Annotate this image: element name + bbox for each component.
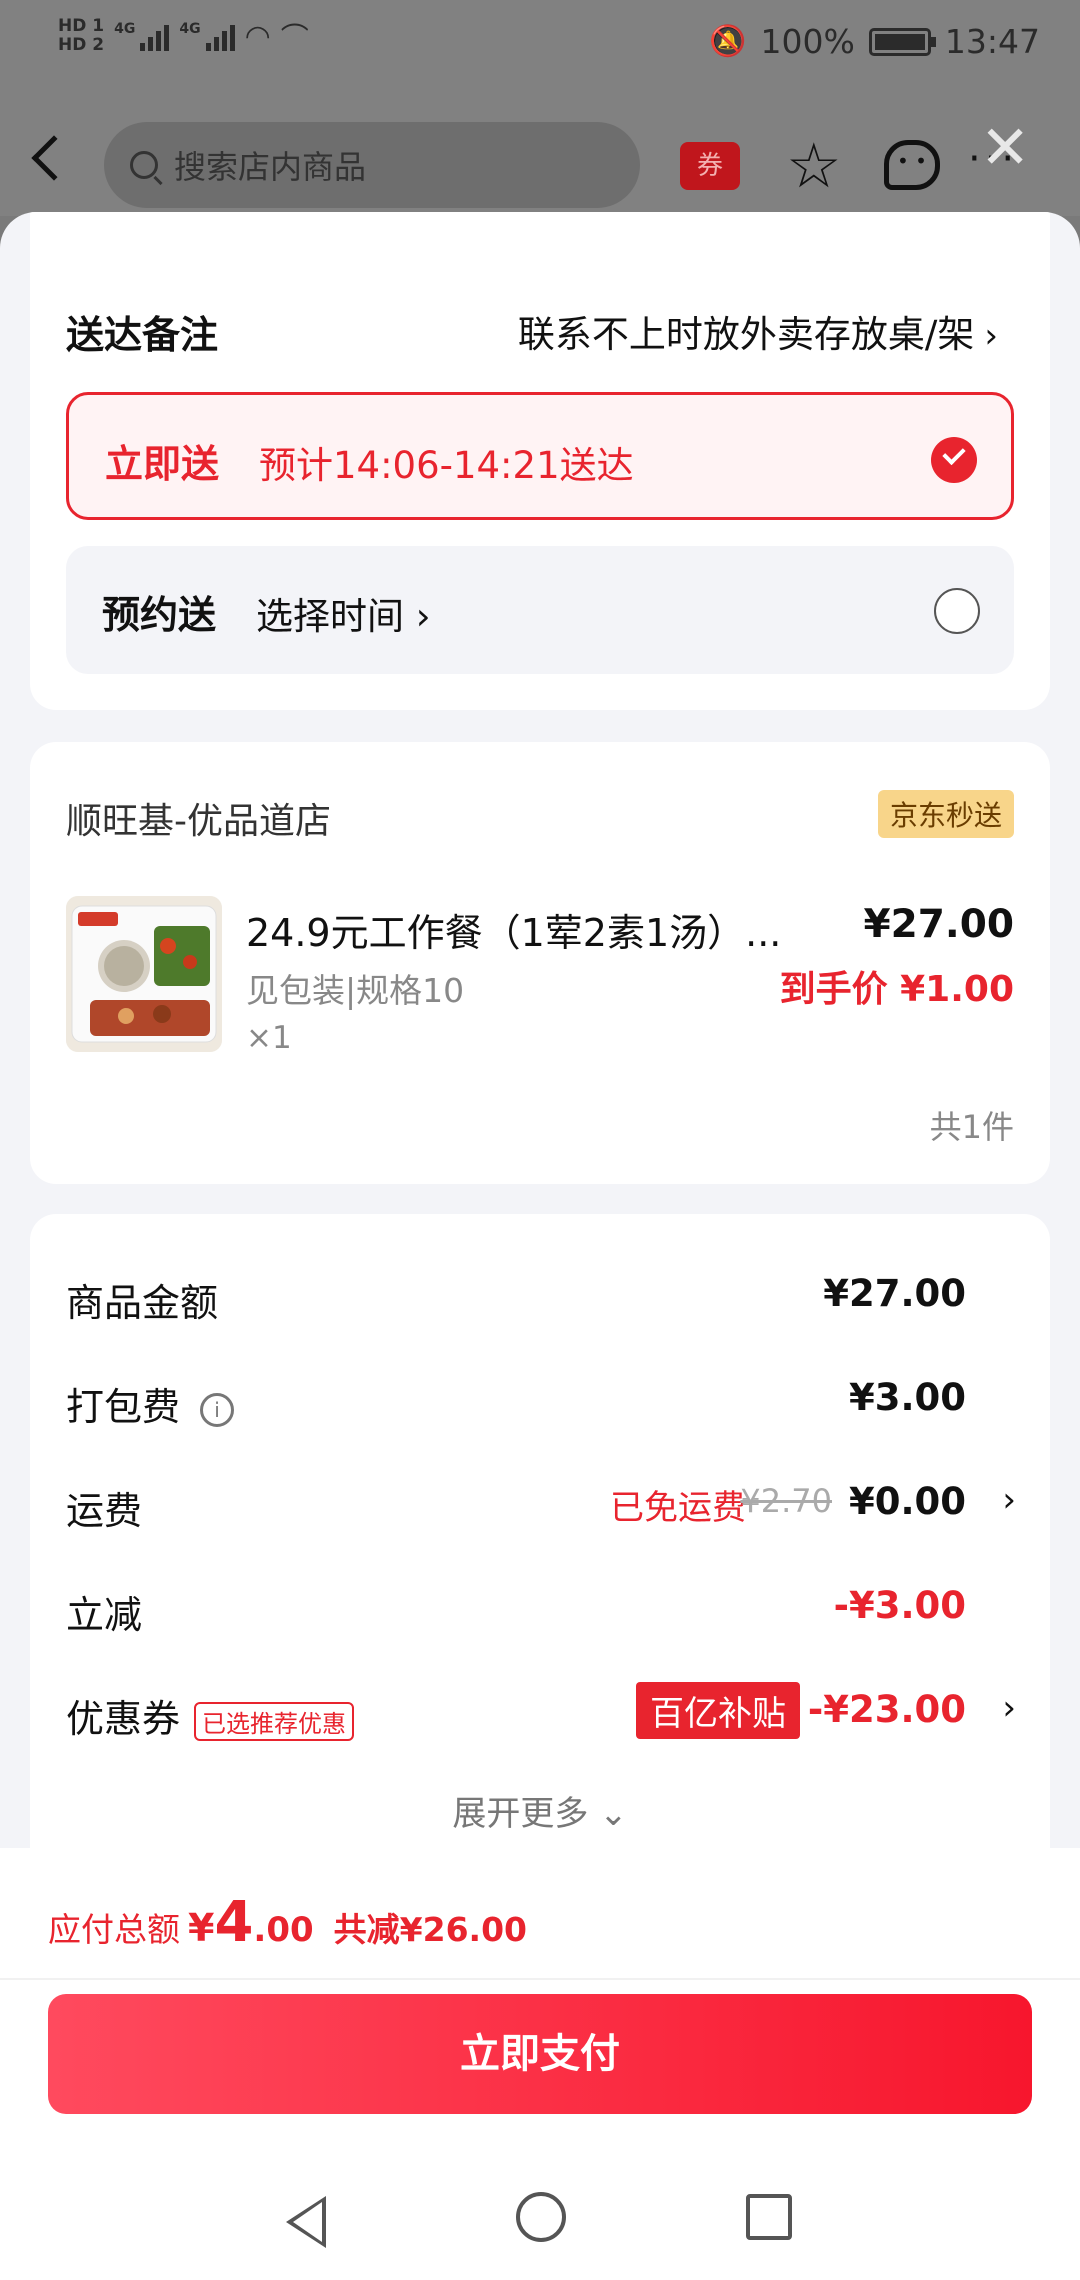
packing-fee-value: ¥3.00: [848, 1376, 966, 1419]
item-quantity: ×1: [246, 1020, 292, 1056]
checkout-sheet: 送达备注 联系不上时放外卖存放桌/架 › 立即送 预计14:06-14:21送达 …: [0, 212, 1080, 1852]
deliver-now-eta: 预计14:06-14:21送达: [259, 444, 634, 487]
network-type-label-2: 4G: [179, 21, 201, 37]
nav-home-icon[interactable]: [516, 2192, 566, 2242]
instant-discount-label: 立减: [66, 1593, 143, 1637]
coupon-label-wrap: 优惠券 已选推荐优惠: [66, 1688, 355, 1743]
item-count: 共1件: [929, 1108, 1014, 1146]
product-image: [66, 896, 222, 1052]
back-arrow-icon[interactable]: [31, 135, 77, 181]
shipping-fee-label: 运费: [66, 1489, 143, 1533]
chevron-right-icon: ›: [1002, 1480, 1016, 1520]
total-integer: 4: [214, 1890, 254, 1955]
hd2-indicator: HD 2: [58, 35, 105, 55]
item-final-price: 到手价 ¥1.00: [779, 969, 1014, 1010]
total-summary: 应付总额 ¥ 4 .00 共减¥26.00: [48, 1890, 527, 1955]
status-left: HD 1 HD 2 4G 4G ◠ ⌒: [58, 16, 309, 56]
radio-empty-icon: [934, 588, 980, 634]
battery-icon: [868, 27, 936, 56]
pay-now-button[interactable]: 立即支付: [48, 1994, 1032, 2114]
info-icon[interactable]: i: [200, 1392, 235, 1427]
total-decimal: .00: [253, 1910, 314, 1950]
coupon-icon[interactable]: 券: [680, 142, 740, 190]
network-type-label: 4G: [114, 21, 136, 37]
hd-indicators: HD 1 HD 2: [58, 17, 104, 55]
shop-name: 顺旺基-优品道店: [66, 801, 331, 842]
scheduled-title: 预约送: [102, 593, 217, 637]
scheduled-delivery-option[interactable]: 预约送 选择时间 ›: [66, 546, 1014, 674]
nav-recents-icon[interactable]: [746, 2194, 792, 2240]
headset-icon: ⌒: [280, 21, 309, 54]
item-spec: 见包装|规格10: [246, 971, 465, 1010]
subsidy-badge: 百亿补贴: [636, 1682, 800, 1739]
store-header: 搜索店内商品 券 ☆ ···: [0, 96, 1080, 216]
remark-value-text: 联系不上时放外卖存放桌/架: [517, 313, 975, 356]
instant-discount-row: 立减 -¥3.00: [66, 1578, 1046, 1638]
goods-amount-row: 商品金额 ¥27.00: [66, 1266, 1046, 1326]
total-currency: ¥: [188, 1906, 215, 1950]
coupon-row[interactable]: 优惠券 已选推荐优惠 百亿补贴 -¥23.00 ›: [66, 1682, 1046, 1742]
order-items-card: 顺旺基-优品道店 京东秒送 24.9元工作餐（1荤2素1汤）... 见包装|规格…: [30, 742, 1050, 1184]
packing-fee-label: 打包费: [66, 1385, 181, 1429]
star-icon[interactable]: ☆: [786, 135, 842, 197]
search-bar[interactable]: 搜索店内商品: [104, 122, 640, 208]
battery-percent: 100%: [760, 22, 855, 61]
goods-amount-value: ¥27.00: [823, 1272, 966, 1315]
status-right: 🔕 100% 13:47: [709, 22, 1040, 61]
expand-more-button[interactable]: 展开更多 ⌄: [30, 1786, 1050, 1835]
chevron-right-icon: ›: [1002, 1688, 1016, 1728]
remark-label: 送达备注: [66, 313, 219, 357]
signal-icon: 4G: [114, 21, 170, 51]
total-label: 应付总额: [48, 1910, 180, 1949]
chevron-right-icon: ›: [984, 316, 998, 356]
search-placeholder: 搜索店内商品: [174, 148, 367, 186]
coupon-value: -¥23.00: [807, 1688, 966, 1731]
coupon-label: 优惠券: [66, 1697, 181, 1741]
close-icon[interactable]: ✕: [980, 118, 1030, 178]
chat-icon[interactable]: [884, 140, 940, 190]
check-circle-icon: [931, 437, 977, 483]
item-price: ¥27.00: [863, 902, 1015, 947]
item-name[interactable]: 24.9元工作餐（1荤2素1汤）...: [246, 902, 806, 957]
free-shipping-text: 已免运费: [610, 1488, 746, 1528]
mute-bell-icon: 🔕: [709, 24, 747, 59]
shipping-fee-row[interactable]: 运费 已免运费 ¥2.70 ¥0.00 ›: [66, 1474, 1046, 1534]
delivery-card: 送达备注 联系不上时放外卖存放桌/架 › 立即送 预计14:06-14:21送达 …: [30, 212, 1050, 710]
fee-breakdown-card: 商品金额 ¥27.00 打包费 i ¥3.00 运费 已免运费 ¥2.70 ¥0.…: [30, 1214, 1050, 1852]
search-icon: [130, 151, 158, 179]
original-shipping-fee: ¥2.70: [740, 1482, 832, 1520]
shop-badge: 京东秒送: [877, 790, 1014, 838]
hd1-indicator: HD 1: [58, 16, 105, 36]
coupon-tag: 已选推荐优惠: [194, 1702, 355, 1741]
remark-value[interactable]: 联系不上时放外卖存放桌/架 ›: [518, 304, 998, 358]
deliver-now-option[interactable]: 立即送 预计14:06-14:21送达: [66, 392, 1014, 520]
checkout-footer: 应付总额 ¥ 4 .00 共减¥26.00 立即支付: [0, 1848, 1080, 2280]
divider: [0, 1978, 1080, 1980]
packing-fee-label-wrap: 打包费 i: [66, 1376, 235, 1431]
packing-fee-row: 打包费 i ¥3.00: [66, 1370, 1046, 1430]
instant-discount-value: -¥3.00: [833, 1584, 966, 1627]
signal-icon-2: 4G: [179, 21, 235, 51]
goods-amount-label: 商品金额: [66, 1281, 219, 1325]
scheduled-subtitle: 选择时间 ›: [256, 595, 431, 638]
shipping-fee-value: ¥0.00: [848, 1480, 966, 1523]
nav-back-icon[interactable]: [286, 2196, 326, 2248]
status-bar: HD 1 HD 2 4G 4G ◠ ⌒ 🔕 100% 13:47: [0, 0, 1080, 96]
clock: 13:47: [944, 22, 1040, 61]
system-nav-bar: [0, 2178, 1080, 2268]
total-saved: 共减¥26.00: [333, 1910, 527, 1949]
deliver-now-title: 立即送: [105, 442, 220, 486]
wifi-icon: ◠: [244, 18, 271, 54]
